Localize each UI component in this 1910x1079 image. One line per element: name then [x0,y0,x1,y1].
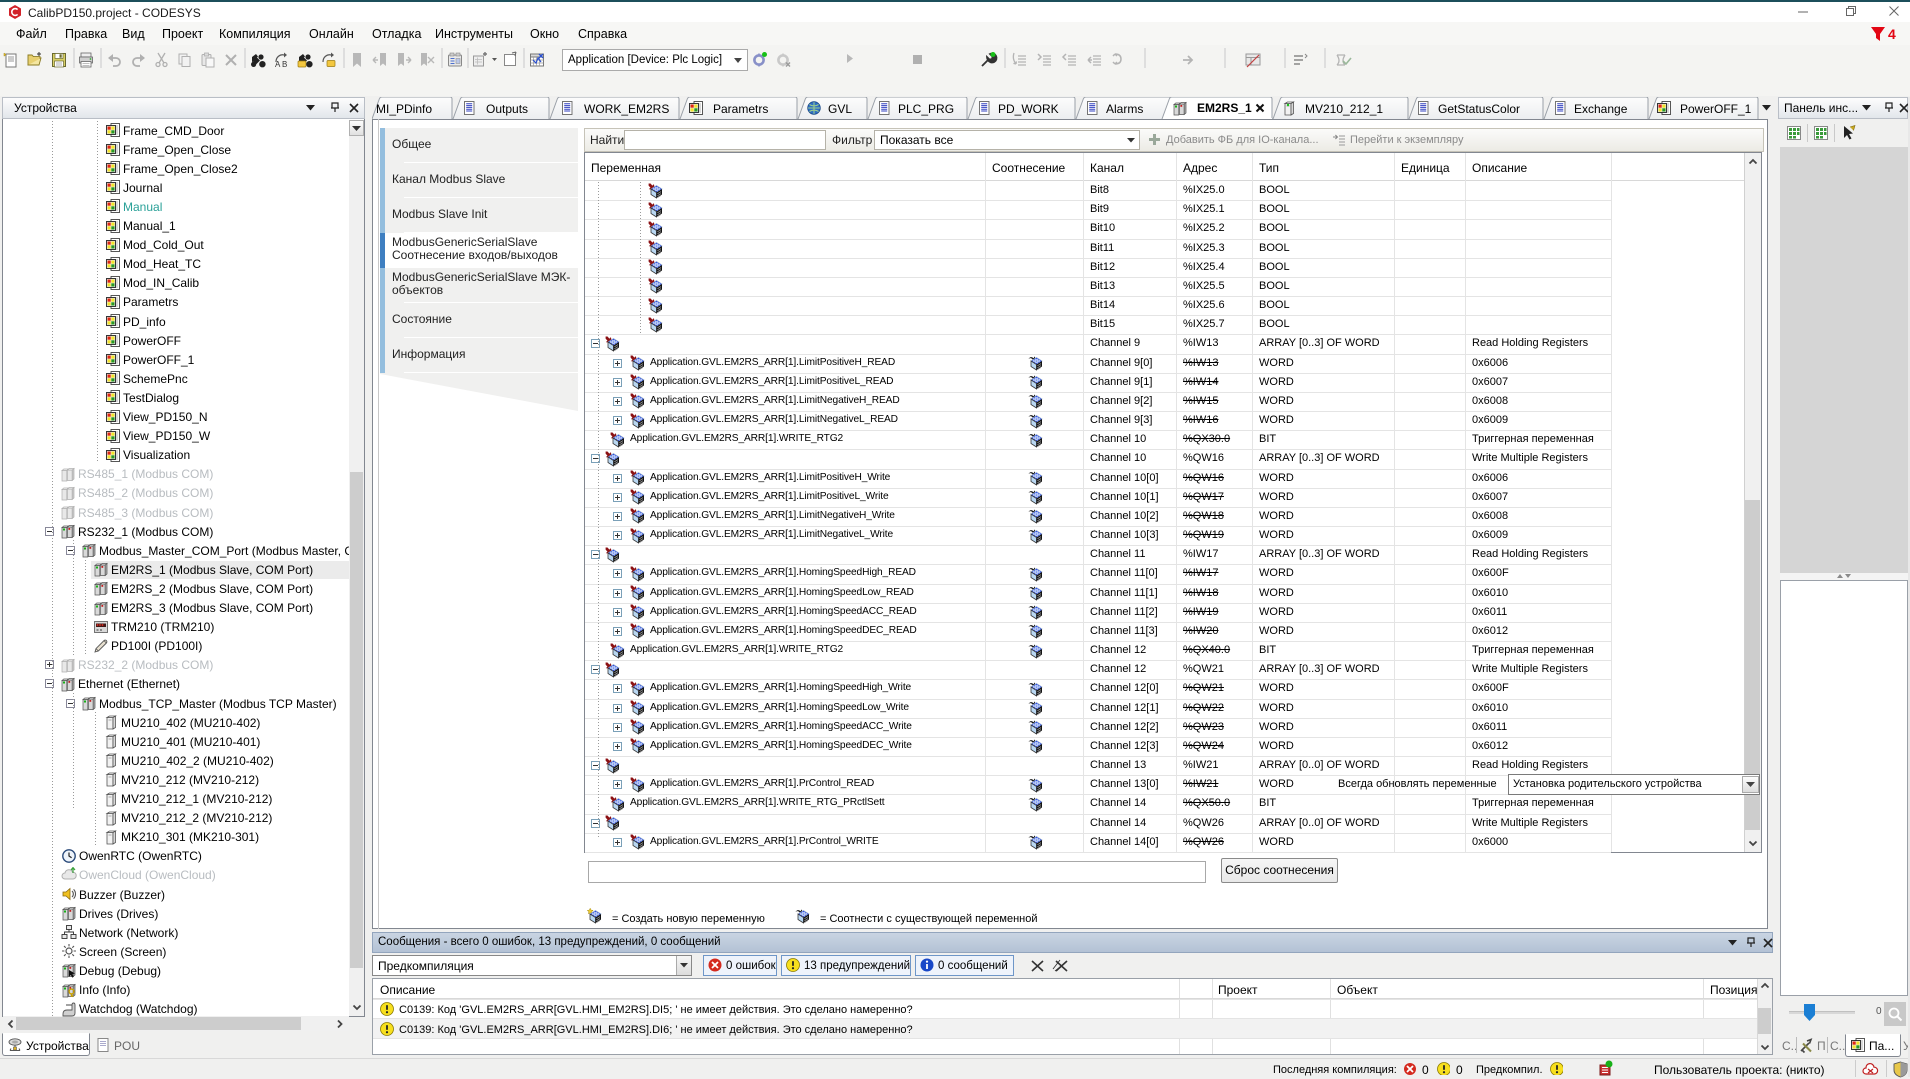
svg-text:B: B [282,60,287,69]
svg-text:A: A [275,60,281,69]
